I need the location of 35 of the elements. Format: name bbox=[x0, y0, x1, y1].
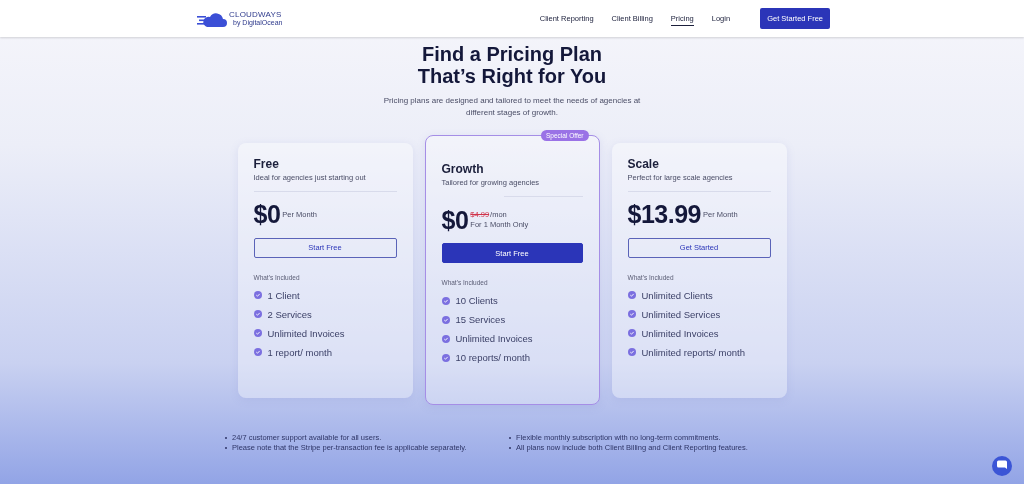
chat-icon[interactable] bbox=[992, 456, 1012, 476]
feature-item: Unlimited Invoices bbox=[455, 332, 533, 345]
feature-item: Unlimited Invoices bbox=[267, 326, 345, 340]
plan-name: Scale bbox=[627, 156, 660, 171]
check-dot-icon bbox=[627, 291, 636, 299]
feature-item: 10 Clients bbox=[455, 294, 498, 307]
feature-item: 10 reports/ month bbox=[455, 351, 530, 364]
plan-price: $0 bbox=[253, 200, 281, 229]
plan-name: Growth bbox=[441, 162, 485, 176]
feature-item: 1 report/ month bbox=[267, 345, 332, 359]
check-dot-icon bbox=[627, 348, 636, 356]
feature-item: 2 Services bbox=[267, 307, 312, 321]
check-dot-icon bbox=[441, 334, 450, 343]
check-dot-icon bbox=[253, 291, 262, 299]
logo-name: CLOUDWAYS bbox=[229, 11, 283, 19]
plan-name: Free bbox=[253, 156, 280, 171]
feature-item: Unlimited reports/ month bbox=[641, 345, 745, 359]
feature-item: Unlimited Invoices bbox=[641, 326, 719, 340]
cloud-logo-icon bbox=[197, 10, 227, 27]
plan-price: $0 bbox=[441, 205, 469, 235]
check-dot-icon bbox=[253, 348, 262, 356]
feature-item: Unlimited Services bbox=[641, 307, 721, 321]
check-dot-icon bbox=[253, 329, 262, 337]
check-dot-icon bbox=[253, 310, 262, 318]
page-subtitle: Pricing plans are designed and tailored to meet the needs of agencies at different stages of growth. bbox=[382, 95, 642, 119]
check-dot-icon bbox=[441, 315, 450, 324]
feature-item: 15 Services bbox=[455, 313, 506, 326]
check-dot-icon bbox=[627, 329, 636, 337]
check-dot-icon bbox=[441, 353, 450, 362]
feature-item: 1 Client bbox=[267, 288, 300, 302]
check-dot-icon bbox=[627, 310, 636, 318]
feature-item: Unlimited Clients bbox=[641, 288, 713, 302]
check-dot-icon bbox=[441, 296, 450, 305]
plan-price: $13.99 bbox=[627, 200, 701, 229]
page-heading: Find a Pricing Plan That’s Right for You bbox=[416, 43, 608, 87]
